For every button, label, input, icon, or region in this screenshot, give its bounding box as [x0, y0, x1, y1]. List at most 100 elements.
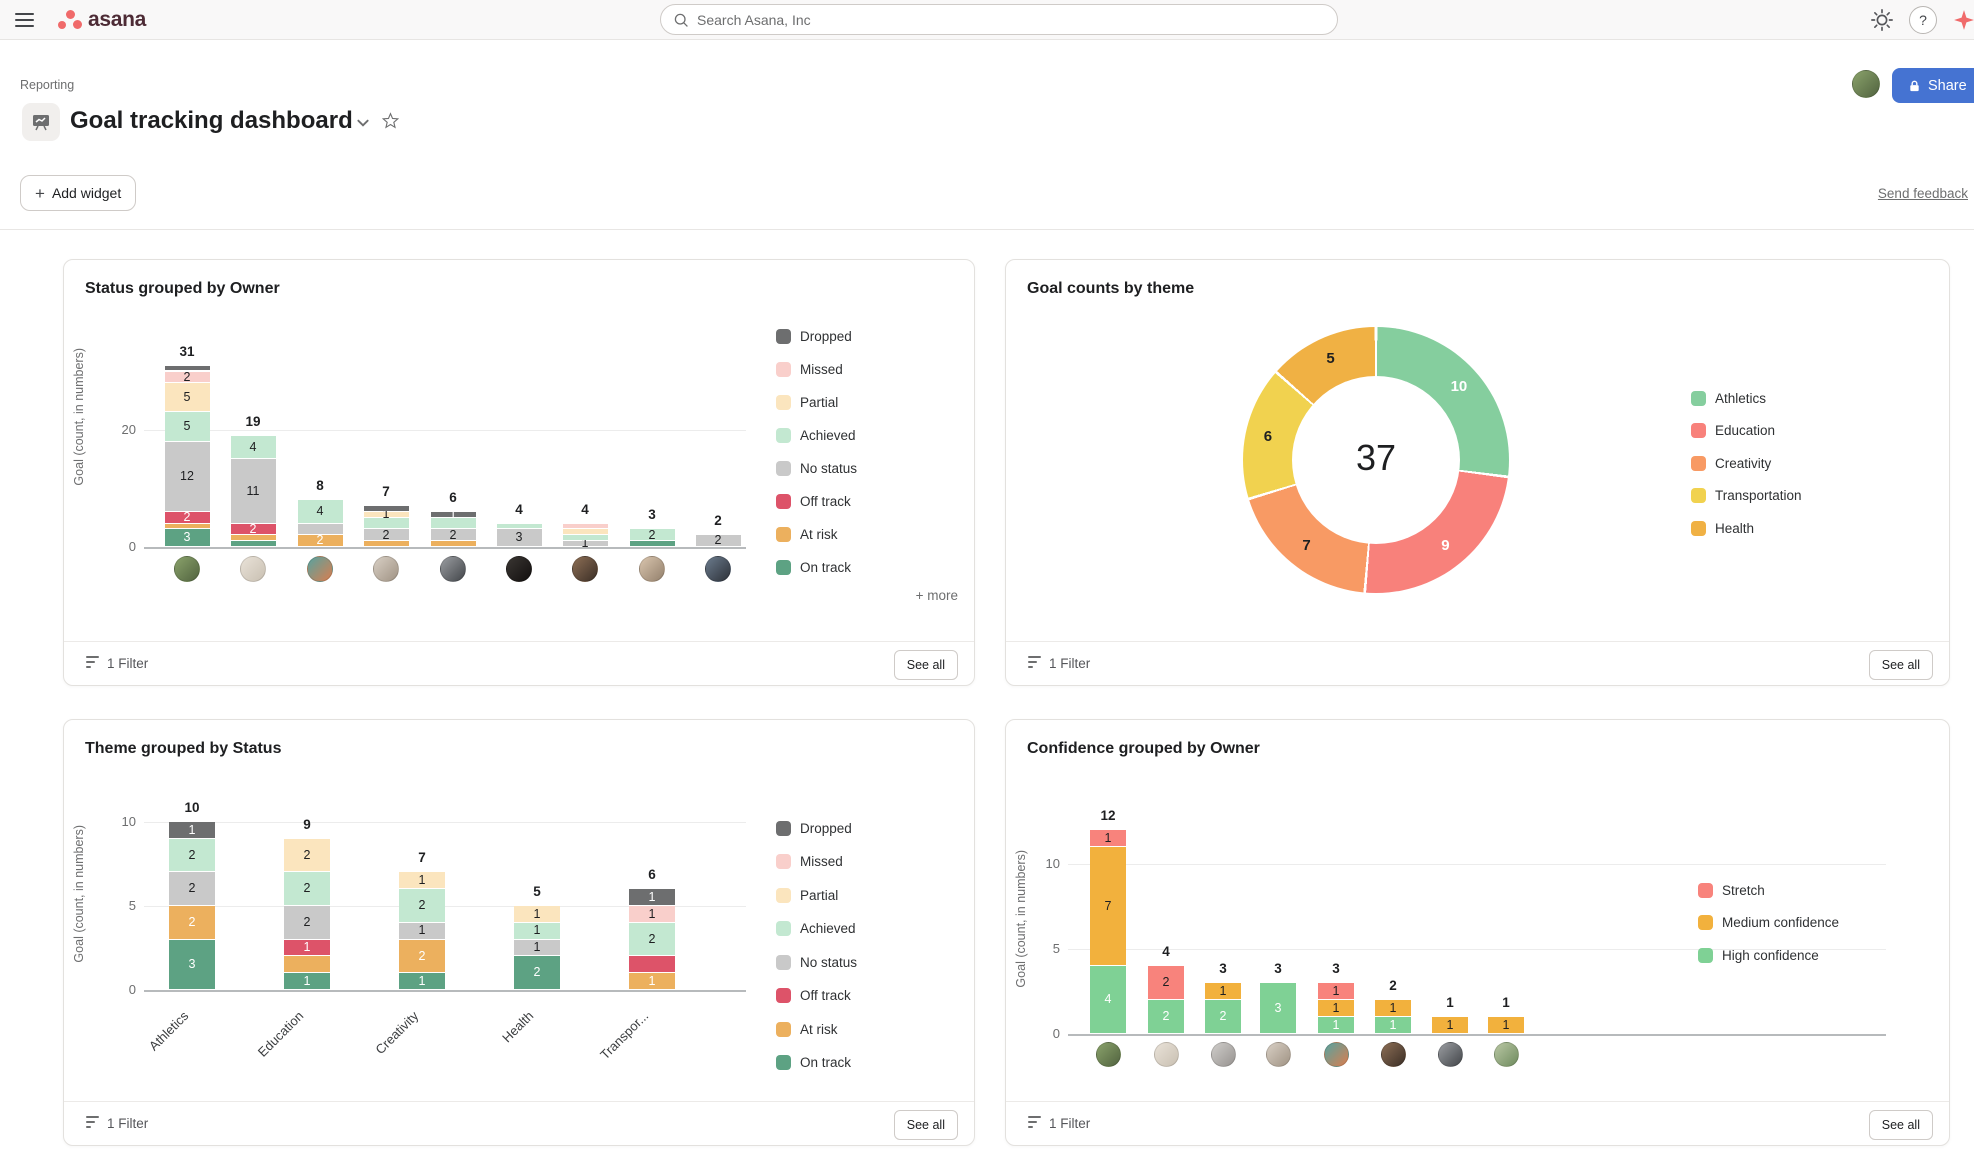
bar-segment[interactable]: 1	[514, 923, 560, 939]
bar-segment[interactable]: 1	[364, 512, 409, 517]
user-avatar[interactable]	[1852, 70, 1880, 98]
search-bar[interactable]	[660, 4, 1338, 35]
bar-segment[interactable]: 2	[399, 889, 445, 922]
filter-button[interactable]: 1 Filter	[86, 642, 148, 685]
bar-segment[interactable]: 11	[231, 459, 276, 522]
star-icon[interactable]	[382, 112, 399, 129]
bar-segment[interactable]	[231, 535, 276, 540]
bar-segment[interactable]: 1	[399, 872, 445, 888]
bar-segment-label: 2	[250, 523, 257, 536]
send-feedback-link[interactable]: Send feedback	[1878, 186, 1968, 201]
bar-segment[interactable]	[563, 535, 608, 540]
help-icon[interactable]: ?	[1909, 6, 1937, 34]
bar-segment[interactable]: 2	[169, 839, 215, 872]
bar-segment[interactable]: 4	[231, 436, 276, 458]
bar-segment[interactable]: 2	[1148, 966, 1184, 999]
bar-segment[interactable]: 1	[1318, 1017, 1354, 1033]
chevron-down-icon[interactable]	[356, 118, 370, 128]
bar-segment[interactable]: 1	[629, 973, 675, 989]
bar-segment[interactable]	[630, 541, 675, 546]
bar-segment[interactable]: 1	[514, 906, 560, 922]
widget-footer: 1 Filter See all	[1006, 1101, 1949, 1145]
bar-segment[interactable]: 1	[399, 923, 445, 939]
bar-segment[interactable]: 2	[169, 872, 215, 905]
bar-segment[interactable]: 4	[1090, 966, 1126, 1033]
bar-segment[interactable]	[364, 541, 409, 546]
bar-segment[interactable]: 2	[364, 529, 409, 540]
bar-segment[interactable]: 2	[1205, 1000, 1241, 1033]
bar-segment[interactable]	[364, 506, 409, 511]
menu-icon[interactable]	[15, 13, 35, 27]
bar-segment[interactable]: 1	[1090, 830, 1126, 846]
bar-segment[interactable]	[563, 524, 608, 529]
bar-segment[interactable]: 3	[169, 940, 215, 989]
filter-button[interactable]: 1 Filter	[86, 1102, 148, 1145]
bar-segment[interactable]	[298, 524, 343, 535]
bar-segment[interactable]: 2	[284, 906, 330, 939]
sparkle-icon[interactable]	[1953, 9, 1974, 31]
bar-segment[interactable]: 2	[165, 512, 210, 523]
bar-segment[interactable]: 1	[1318, 1000, 1354, 1016]
bar-segment[interactable]: 1	[1375, 1000, 1411, 1016]
bar-segment[interactable]	[629, 956, 675, 972]
bar-segment[interactable]	[431, 541, 476, 546]
bar-segment[interactable]: 1	[1205, 983, 1241, 999]
share-button[interactable]: Share	[1892, 68, 1974, 103]
bar-segment[interactable]: 5	[165, 412, 210, 440]
filter-button[interactable]: 1 Filter	[1028, 642, 1090, 685]
bar-segment[interactable]: 3	[1260, 983, 1296, 1033]
bar-segment[interactable]: 2	[284, 872, 330, 905]
bar-segment[interactable]: 2	[298, 535, 343, 546]
bar-segment[interactable]: 2	[284, 839, 330, 872]
bar-segment[interactable]: 2	[629, 923, 675, 956]
bar-segment[interactable]: 1	[431, 512, 476, 517]
bar-segment-label: 11	[247, 485, 260, 498]
bar-segment[interactable]: 2	[165, 372, 210, 383]
bar-segment[interactable]: 2	[231, 524, 276, 535]
bar-segment[interactable]: 5	[165, 383, 210, 411]
legend-more-link[interactable]: + more	[916, 588, 958, 603]
bar-segment[interactable]: 2	[630, 529, 675, 540]
bar-segment[interactable]: 2	[696, 535, 741, 546]
bar-segment[interactable]: 1	[399, 973, 445, 989]
filter-button[interactable]: 1 Filter	[1028, 1102, 1090, 1145]
see-all-button[interactable]: See all	[1869, 650, 1933, 680]
bar-segment[interactable]: 4	[298, 500, 343, 522]
see-all-button[interactable]: See all	[1869, 1110, 1933, 1140]
bar-segment[interactable]: 1	[284, 973, 330, 989]
bar-segment[interactable]: 12	[165, 442, 210, 511]
bar-segment[interactable]: 1	[629, 889, 675, 905]
bar-segment[interactable]	[165, 524, 210, 529]
see-all-button[interactable]: See all	[894, 650, 958, 680]
bar-segment[interactable]	[284, 956, 330, 972]
add-widget-button[interactable]: + Add widget	[20, 175, 136, 211]
bar-segment[interactable]	[497, 524, 542, 529]
bar-segment[interactable]: 2	[1148, 1000, 1184, 1033]
bar-segment[interactable]: 1	[284, 940, 330, 956]
bar-segment[interactable]: 1	[629, 906, 675, 922]
asana-logo[interactable]: asana	[58, 7, 146, 33]
bar-segment[interactable]: 7	[1090, 847, 1126, 965]
bar-segment[interactable]: 2	[514, 956, 560, 989]
bar-segment[interactable]: 3	[165, 529, 210, 546]
bar-segment[interactable]: 1	[1318, 983, 1354, 999]
bar-segment[interactable]: 1	[169, 822, 215, 838]
bar-segment[interactable]: 1	[1432, 1017, 1468, 1033]
bar-segment-label: 2	[304, 882, 311, 895]
bar-segment[interactable]: 1	[514, 940, 560, 956]
bar-segment[interactable]	[563, 529, 608, 534]
settings-sun-icon[interactable]	[1871, 9, 1893, 31]
bar-segment[interactable]	[231, 541, 276, 546]
bar-segment[interactable]: 2	[399, 940, 445, 973]
bar-segment[interactable]: 2	[431, 529, 476, 540]
bar-segment[interactable]: 1	[1375, 1017, 1411, 1033]
see-all-button[interactable]: See all	[894, 1110, 958, 1140]
bar-segment[interactable]	[165, 366, 210, 371]
search-input[interactable]	[697, 12, 1325, 28]
owner-avatar	[1324, 1042, 1349, 1067]
bar-segment[interactable]: 3	[497, 529, 542, 546]
bar-segment[interactable]: 2	[169, 906, 215, 939]
bar-segment[interactable]: 1	[563, 541, 608, 546]
bar-segment[interactable]: 1	[1488, 1017, 1524, 1033]
breadcrumb[interactable]: Reporting	[20, 78, 74, 92]
